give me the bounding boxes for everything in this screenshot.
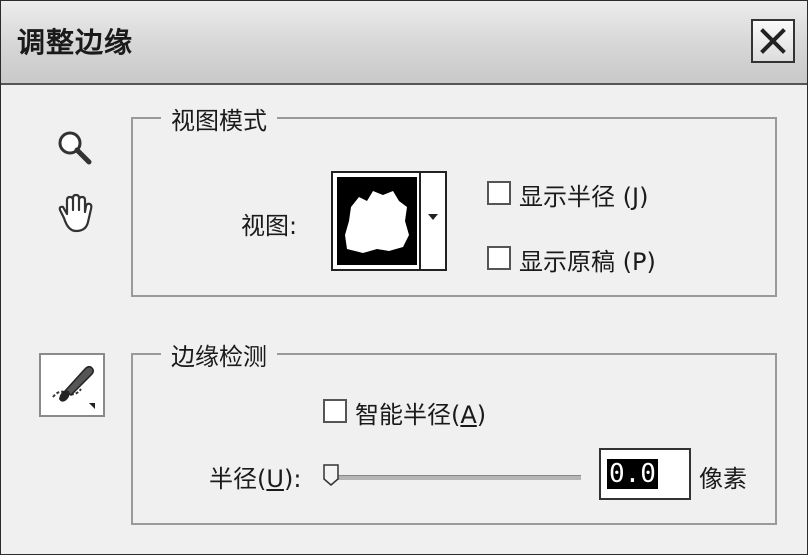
close-icon [760,28,786,54]
dialog-title: 调整边缘 [17,26,134,59]
radius-value-input[interactable]: 0.0 [599,448,691,500]
refine-edge-dialog: 调整边缘 视图模式 视图: 显示半径 (J) 显示原稿 (P) 边缘检测 智能半… [0,0,808,555]
smart-radius-checkbox[interactable] [323,399,347,423]
hand-tool-button[interactable] [51,191,97,237]
close-button[interactable] [751,19,795,63]
hand-icon [58,193,93,233]
view-label: 视图: [241,212,298,240]
edge-detection-legend: 边缘检测 [161,337,277,372]
view-dropdown-toggle[interactable] [419,173,445,269]
show-original-checkbox[interactable] [487,246,511,270]
show-original-label: 显示原稿 (P) [519,248,656,276]
mask-thumbnail-icon [345,191,409,253]
smart-radius-hotkey: A [460,401,477,429]
refine-radius-brush-icon [52,365,95,409]
dropdown-arrow-icon [428,214,438,220]
zoom-tool-button[interactable] [53,126,97,170]
view-selector[interactable] [331,171,447,271]
show-radius-checkbox[interactable] [487,181,511,205]
radius-slider-track[interactable] [331,475,581,480]
title-bar: 调整边缘 [1,1,807,85]
radius-slider-thumb[interactable] [322,463,340,487]
smart-radius-label: 智能半径(A) [355,401,487,429]
refine-radius-tool-button[interactable] [39,353,105,417]
view-thumbnail [337,177,417,265]
radius-unit-label: 像素 [699,465,747,493]
show-radius-label: 显示半径 (J) [519,183,649,211]
radius-label: 半径(U): [209,465,302,493]
view-mode-group: 视图模式 [131,101,777,297]
zoom-icon [58,131,92,165]
radius-value: 0.0 [607,459,658,489]
radius-hotkey: U [266,465,284,493]
view-mode-legend: 视图模式 [161,101,277,136]
